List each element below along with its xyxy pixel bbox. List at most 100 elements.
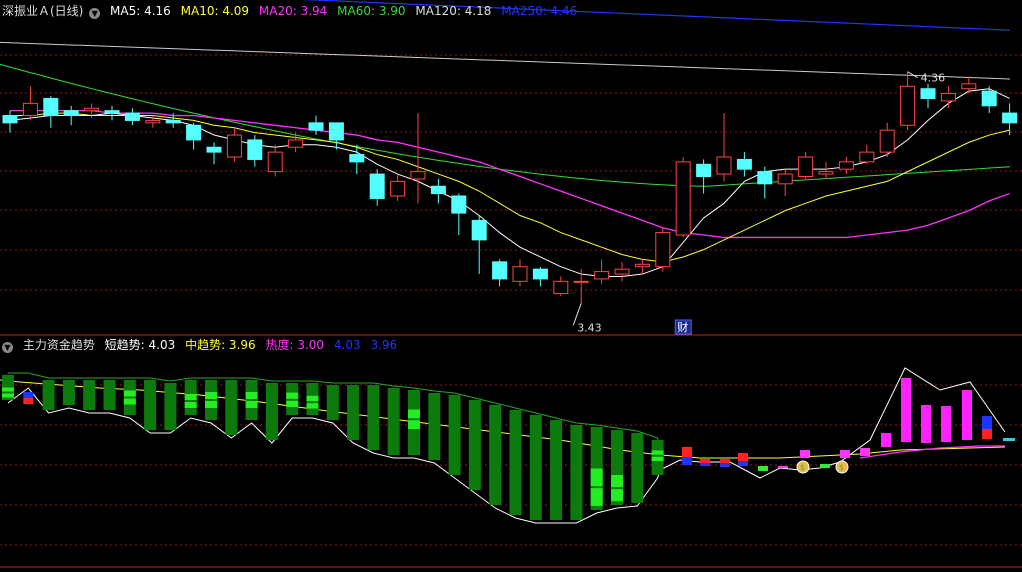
extra-value-2: 3.96 <box>370 338 398 352</box>
low-price-label: 3.43 <box>577 321 602 334</box>
candle-body-41 <box>838 161 854 170</box>
signal-bar-5 <box>720 463 730 467</box>
signal-bar-7 <box>738 461 748 466</box>
fund-bar-hi-0a <box>2 387 14 392</box>
candle-body-37 <box>757 171 773 185</box>
fund-bar-hi-12a <box>245 392 258 399</box>
high-marker <box>907 71 918 79</box>
ma10-label: MA10: 4.09 <box>180 4 250 18</box>
chart-canvas: 4.36 3.43 财 $ $ <box>0 0 1022 568</box>
candle-body-49 <box>1002 112 1018 124</box>
ma120-line <box>0 41 1011 80</box>
signal-bar-21 <box>1003 438 1015 441</box>
fund-bar-hi-6b <box>123 398 136 405</box>
heat-label: 热度: 3.00 <box>265 338 325 352</box>
fund-bar-21 <box>428 393 441 460</box>
fund-bar-hi-0b <box>2 393 14 398</box>
signal-bar-3 <box>700 463 710 466</box>
candle-body-14 <box>288 139 304 148</box>
signal-bar-1 <box>682 457 692 465</box>
signal-bar-8 <box>758 466 768 471</box>
candle-body-29 <box>594 271 610 280</box>
stock-title: 深振业Ａ(日线) <box>2 4 84 18</box>
fund-bar-28 <box>570 425 583 520</box>
candle-body-34 <box>696 163 712 178</box>
signal-bar-4 <box>720 459 730 463</box>
fund-bar-18 <box>367 385 380 450</box>
candle-body-36 <box>736 158 752 170</box>
indicator-title: 主力资金趋势 <box>22 338 95 352</box>
candle-body-25 <box>512 266 528 282</box>
fund-bar-24 <box>489 405 502 505</box>
ma60-label: MA60: 3.90 <box>337 4 406 18</box>
candle-body-0 <box>2 115 18 124</box>
candle-body-15 <box>308 122 324 131</box>
candle-body-39 <box>798 156 814 178</box>
signal-bar-11 <box>820 464 830 468</box>
fund-bar-7 <box>144 380 157 430</box>
ma20-label: MA20: 3.94 <box>258 4 328 18</box>
fund-bar-hi-32a <box>651 450 664 455</box>
fund-bar-hi-14a <box>286 392 299 399</box>
fund-bar-hi-10a <box>205 392 217 399</box>
candle-body-47 <box>961 83 977 90</box>
candle-body-8 <box>165 119 181 124</box>
chevron-down-icon[interactable]: ▼ <box>89 8 101 19</box>
fund-bar-25 <box>509 410 522 515</box>
extra-value-1: 4.03 <box>333 338 361 352</box>
fund-bar-10 <box>205 380 217 420</box>
mid-trend-label: 中趋势: 3.96 <box>185 338 256 352</box>
candle-body-46 <box>940 93 956 102</box>
signal-bar-2 <box>700 459 710 463</box>
candle-body-11 <box>226 134 242 158</box>
fund-bar-hi-29b <box>590 488 603 506</box>
fund-bar-13 <box>265 383 278 440</box>
candle-body-31 <box>634 263 650 268</box>
event-badge-label: 财 <box>677 320 688 334</box>
candle-body-45 <box>920 88 936 99</box>
candle-body-6 <box>124 112 140 121</box>
fund-bar-1-red <box>23 398 34 404</box>
candle-body-44 <box>900 85 916 126</box>
ma60-line <box>0 63 1011 187</box>
fund-bar-31 <box>631 433 644 503</box>
signal-bar-17 <box>941 406 951 442</box>
candle-body-5 <box>104 110 120 114</box>
signal-bar-15 <box>901 378 911 442</box>
candle-body-35 <box>716 156 732 175</box>
fund-bar-hi-14b <box>286 400 299 407</box>
fund-bar-hi-29a <box>590 468 603 487</box>
fund-bar-22 <box>448 395 461 475</box>
signal-bar-19 <box>982 416 992 429</box>
candle-body-18 <box>369 173 385 199</box>
high-price-label: 4.36 <box>921 72 946 85</box>
fund-bar-19 <box>387 388 400 455</box>
fund-bar-hi-20b <box>408 420 420 429</box>
signal-bar-9 <box>778 466 788 468</box>
candle-body-17 <box>349 154 365 163</box>
fund-bar-6 <box>123 380 136 415</box>
fund-bar-3 <box>62 380 75 405</box>
short-trend-label: 短趋势: 4.03 <box>104 338 176 352</box>
candle-body-24 <box>492 261 508 280</box>
signal-bar-6 <box>738 453 748 461</box>
sub-panel-header: ▼ 主力资金趋势 短趋势: 4.03 中趋势: 3.96 热度: 3.00 4.… <box>2 336 403 354</box>
candle-body-33 <box>675 161 691 236</box>
fund-bar-12 <box>245 380 258 420</box>
signal-bar-13 <box>860 448 870 456</box>
candle-body-20 <box>410 171 426 180</box>
candle-body-16 <box>328 122 344 141</box>
money-bag-glyph-0: $ <box>800 463 805 472</box>
fund-bar-hi-6a <box>123 390 136 397</box>
signal-bar-14 <box>881 433 891 447</box>
candle-body-22 <box>451 195 467 214</box>
fund-bar-17 <box>347 385 360 440</box>
candle-body-30 <box>614 268 630 275</box>
chevron-down-icon[interactable]: ▼ <box>2 342 13 353</box>
fund-bar-hi-30b <box>611 489 623 502</box>
ma20-line <box>10 110 1010 239</box>
fund-bar-hi-20a <box>408 409 420 419</box>
fund-bar-hi-9a <box>184 394 197 400</box>
fund-bar-27 <box>550 420 563 520</box>
candle-body-2 <box>43 97 59 117</box>
